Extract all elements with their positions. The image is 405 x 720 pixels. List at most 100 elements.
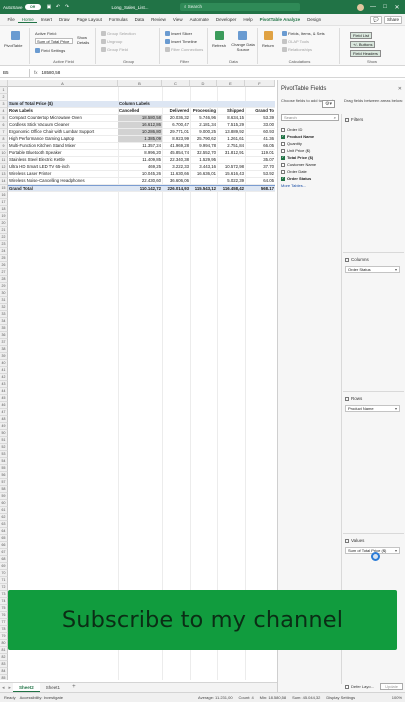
- value-cell[interactable]: 9.994,78: [190, 143, 217, 149]
- col-header-e[interactable]: E: [217, 80, 245, 87]
- sheet-tab-sheet2[interactable]: Sheet2: [13, 683, 40, 692]
- field-checkbox[interactable]: ✓: [281, 134, 285, 139]
- insert-timeline-button[interactable]: Insert Timeline: [165, 39, 197, 45]
- row-header[interactable]: 68: [0, 556, 8, 563]
- row-header[interactable]: 51: [0, 437, 8, 444]
- ungroup-button[interactable]: Ungroup: [101, 39, 122, 45]
- row-header[interactable]: 15: [0, 185, 8, 192]
- row-header[interactable]: 36: [0, 332, 8, 339]
- value-cell[interactable]: 8.996,20: [118, 150, 162, 156]
- close-button[interactable]: ✕: [391, 4, 403, 11]
- field-item[interactable]: ✓ Total Price ($): [281, 154, 339, 161]
- tab-design[interactable]: Design: [304, 17, 325, 22]
- row-header[interactable]: 59: [0, 493, 8, 500]
- row-label-cell[interactable]: Ultra HD Smart LED TV 65-inch: [8, 164, 118, 170]
- tab-formulas[interactable]: Formulas: [105, 17, 131, 22]
- row-header[interactable]: 83: [0, 661, 8, 668]
- field-checkbox[interactable]: [281, 127, 285, 132]
- zoom-level[interactable]: 100%: [392, 695, 402, 700]
- row-header[interactable]: 34: [0, 318, 8, 325]
- row-label-cell[interactable]: Wireless Laser Printer: [8, 171, 118, 177]
- add-sheet-button[interactable]: +: [66, 683, 82, 692]
- row-header[interactable]: 3: [0, 101, 8, 108]
- row-header[interactable]: 35: [0, 325, 8, 332]
- field-checkbox[interactable]: ✓: [281, 155, 285, 160]
- value-cell[interactable]: 16.636,01: [190, 171, 217, 177]
- row-header[interactable]: 2: [0, 94, 8, 101]
- row-label-cell[interactable]: Sum of Total Price ($): [8, 101, 118, 107]
- row-header[interactable]: 25: [0, 255, 8, 262]
- value-cell[interactable]: 226.014,93: [162, 186, 190, 192]
- row-header[interactable]: 13: [0, 171, 8, 178]
- row-header[interactable]: 28: [0, 276, 8, 283]
- row-header[interactable]: 43: [0, 381, 8, 388]
- row-header[interactable]: 22: [0, 234, 8, 241]
- value-cell[interactable]: 10.572,98: [217, 164, 245, 170]
- row-header[interactable]: 82: [0, 654, 8, 661]
- filter-connections-button[interactable]: Filter Connections: [165, 47, 203, 53]
- value-cell[interactable]: 7.515,29: [217, 122, 245, 128]
- row-label-cell[interactable]: Compact Countertop Microwave Oven: [8, 115, 118, 121]
- row-header[interactable]: 81: [0, 647, 8, 654]
- field-item[interactable]: Order ID: [281, 126, 339, 133]
- display-settings-button[interactable]: Display Settings: [326, 695, 355, 700]
- insert-slicer-button[interactable]: Insert Slicer: [165, 31, 192, 37]
- row-header[interactable]: 62: [0, 514, 8, 521]
- row-header[interactable]: 65: [0, 535, 8, 542]
- value-cell[interactable]: 18.580,58: [118, 115, 162, 121]
- defer-checkbox[interactable]: [345, 684, 349, 689]
- row-header[interactable]: 10: [0, 150, 8, 157]
- value-cell[interactable]: [190, 178, 217, 184]
- row-header[interactable]: 42: [0, 374, 8, 381]
- row-header[interactable]: 9: [0, 143, 8, 150]
- row-header[interactable]: 17: [0, 199, 8, 206]
- row-header[interactable]: 40: [0, 360, 8, 367]
- tab-review[interactable]: Review: [148, 17, 170, 22]
- field-search-input[interactable]: Search ⌕: [281, 114, 339, 121]
- value-cell[interactable]: 41.36: [245, 136, 275, 142]
- value-cell[interactable]: 66.05: [245, 143, 275, 149]
- next-sheet-icon[interactable]: ▸: [9, 685, 12, 691]
- value-cell[interactable]: 11.357,24: [118, 143, 162, 149]
- search-box[interactable]: ⌕ Search: [180, 3, 300, 11]
- row-header[interactable]: 55: [0, 465, 8, 472]
- prev-sheet-icon[interactable]: ◂: [2, 685, 5, 691]
- refresh-button[interactable]: Refresh: [212, 43, 226, 48]
- row-header[interactable]: 64: [0, 528, 8, 535]
- row-header[interactable]: 37: [0, 339, 8, 346]
- value-cell[interactable]: 11.409,85: [118, 157, 162, 163]
- field-item[interactable]: ✓ Order Status: [281, 175, 339, 182]
- row-label-cell[interactable]: High Performance Gaming Laptop: [8, 136, 118, 142]
- value-cell[interactable]: 33.00: [245, 122, 275, 128]
- field-list-button[interactable]: Field List: [350, 32, 373, 39]
- row-header[interactable]: 80: [0, 640, 8, 647]
- fx-icon[interactable]: fx: [30, 70, 42, 75]
- field-item[interactable]: Order Date: [281, 168, 339, 175]
- row-header[interactable]: 7: [0, 129, 8, 136]
- row-header[interactable]: 47: [0, 409, 8, 416]
- row-header[interactable]: 16: [0, 192, 8, 199]
- olap-tools-button[interactable]: OLAP Tools: [282, 39, 309, 45]
- group-selection-button[interactable]: Group Selection: [101, 31, 136, 37]
- name-box[interactable]: B5: [0, 68, 30, 77]
- value-cell[interactable]: 469,25: [118, 164, 162, 170]
- minimize-button[interactable]: —: [367, 4, 379, 10]
- field-checkbox[interactable]: [281, 169, 285, 174]
- row-header[interactable]: 63: [0, 521, 8, 528]
- row-header[interactable]: 33: [0, 311, 8, 318]
- tab-help[interactable]: Help: [240, 17, 256, 22]
- row-header[interactable]: 69: [0, 563, 8, 570]
- value-cell[interactable]: 64.05: [245, 178, 275, 184]
- return-button[interactable]: Return: [262, 43, 274, 48]
- field-item[interactable]: Quantity: [281, 140, 339, 147]
- field-checkbox[interactable]: [281, 162, 285, 167]
- row-header[interactable]: 61: [0, 507, 8, 514]
- autosave-toggle[interactable]: Off: [24, 4, 41, 10]
- show-details-button[interactable]: Show Details: [77, 35, 93, 45]
- value-cell[interactable]: 5.022,39: [217, 178, 245, 184]
- row-header[interactable]: 26: [0, 262, 8, 269]
- defer-layout-update[interactable]: Defer Layo...: [345, 684, 374, 689]
- value-cell[interactable]: 1.529,95: [190, 157, 217, 163]
- row-header[interactable]: 48: [0, 416, 8, 423]
- field-checkbox[interactable]: ✓: [281, 176, 285, 181]
